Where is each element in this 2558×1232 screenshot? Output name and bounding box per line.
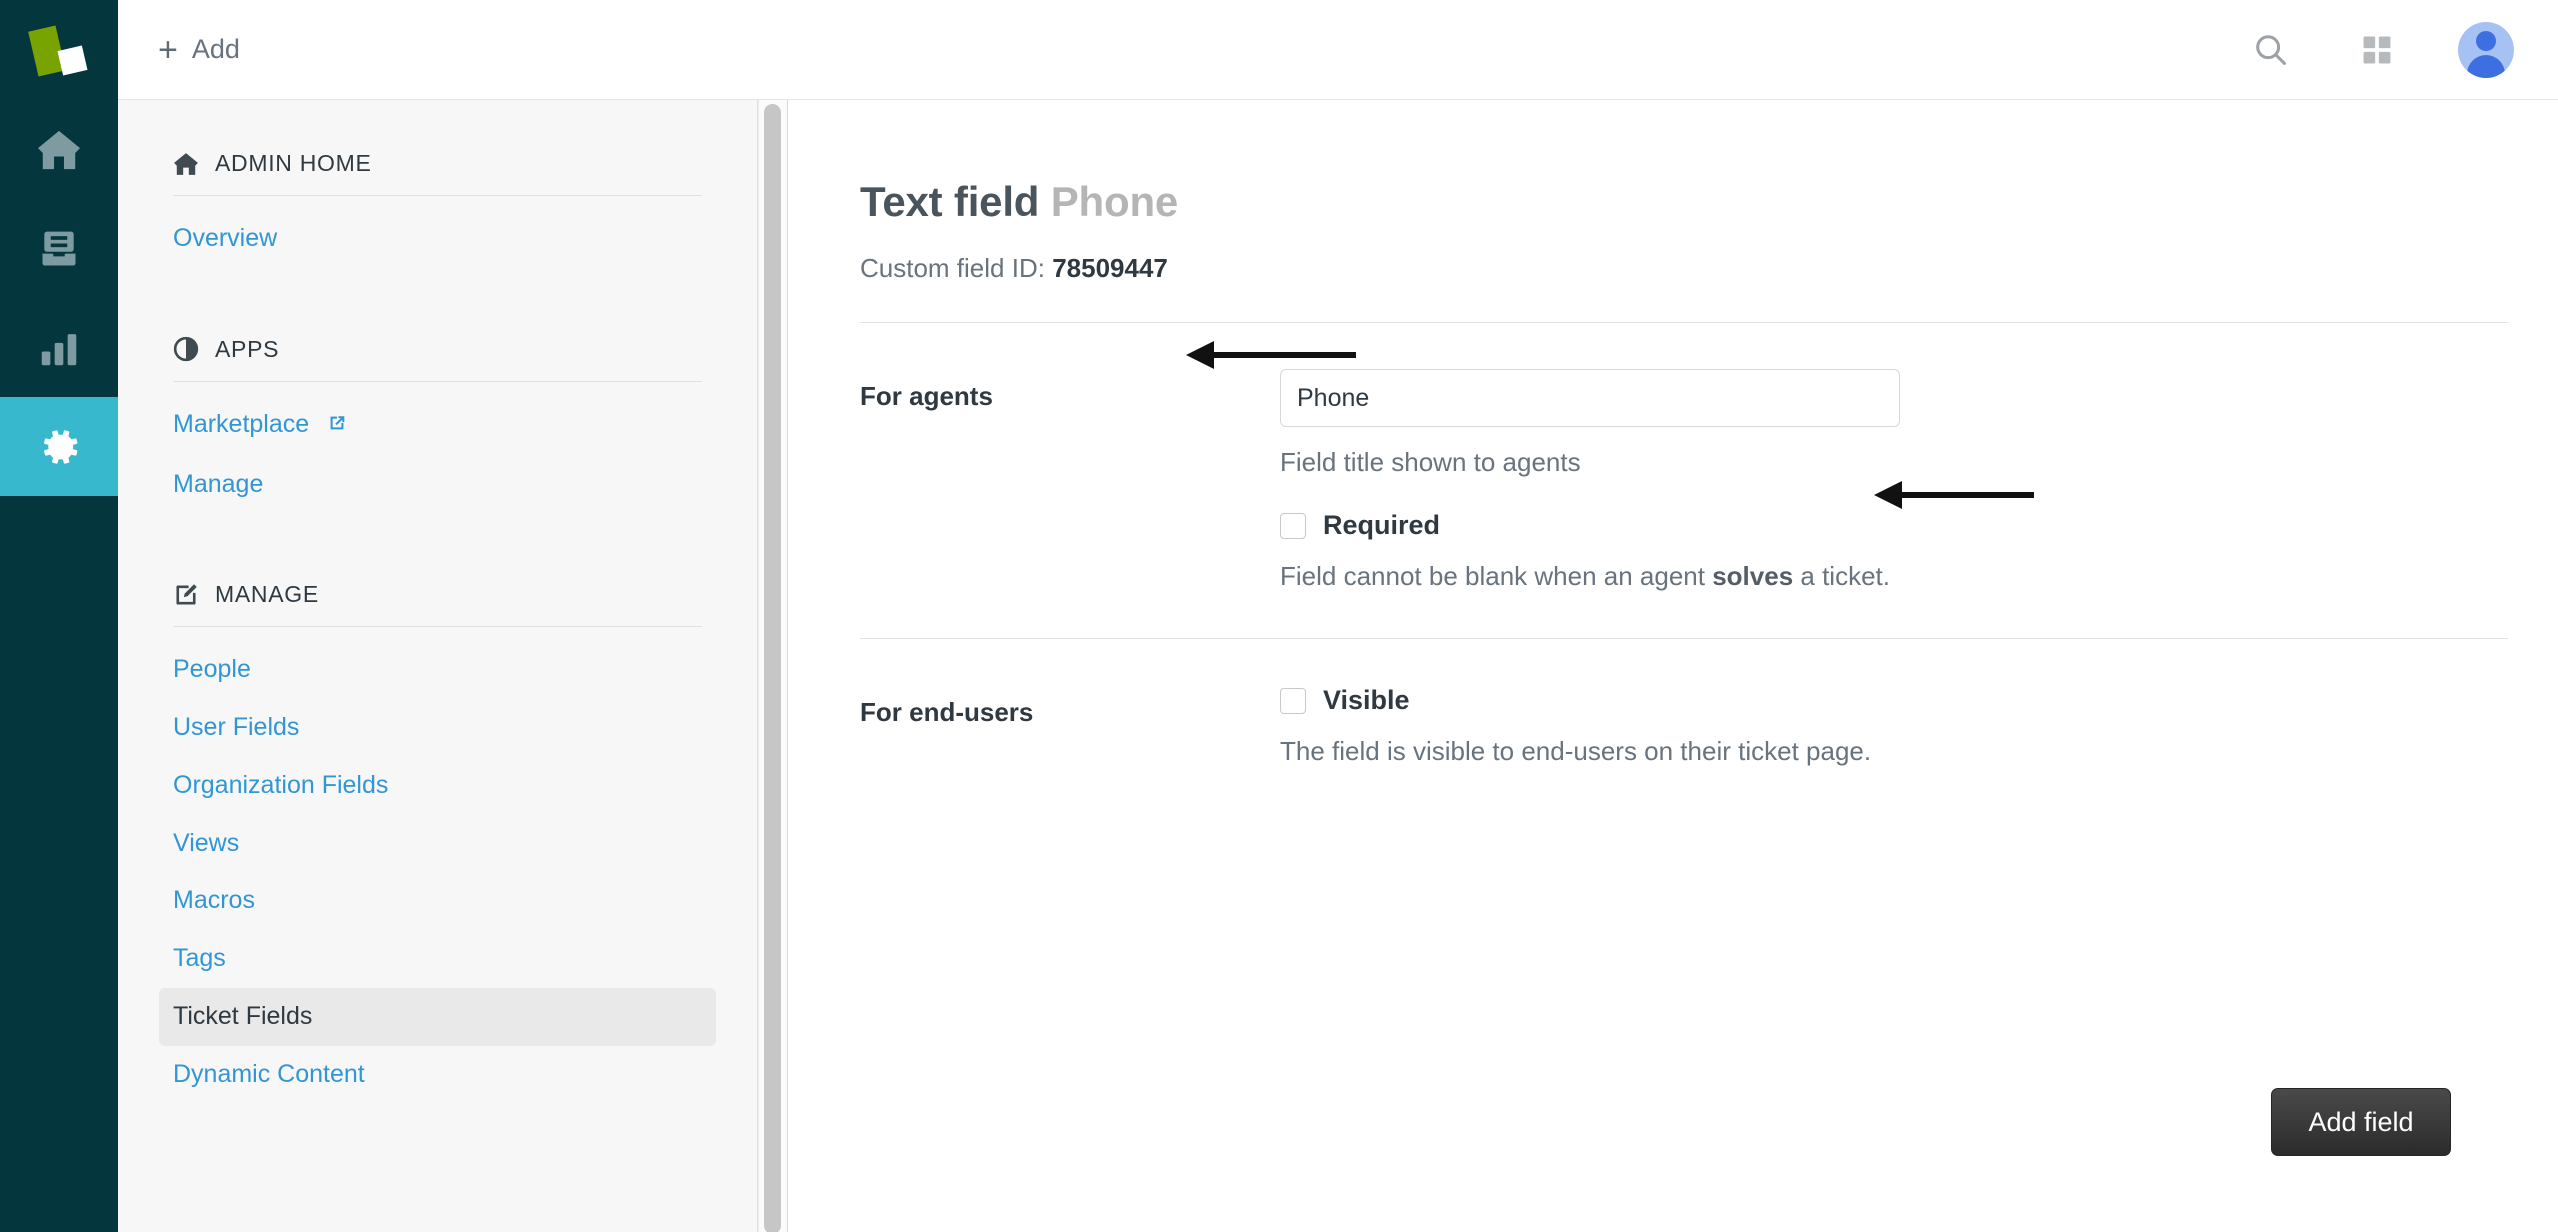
nav-scrollbar-track[interactable] [758, 100, 788, 1232]
page-title-name: Phone [1051, 178, 1178, 225]
search-icon [2252, 31, 2290, 69]
home-icon [36, 129, 82, 171]
product-rail [0, 0, 118, 1232]
nav-links-admin-home: Overview [173, 196, 702, 278]
nav-section-title: MANAGE [215, 581, 319, 608]
body-area: ADMIN HOME Overview APPS [118, 100, 2558, 1232]
logo-white-shape [58, 46, 88, 76]
content-pane: Text field Phone Custom field ID: 785094… [788, 100, 2558, 1232]
nav-links-apps: Marketplace Manage [173, 382, 702, 524]
nav-section-title: APPS [215, 336, 279, 363]
required-helper-before: Field cannot be blank when an agent [1280, 561, 1712, 591]
custom-field-id: Custom field ID: 78509447 [860, 253, 2498, 284]
required-checkbox-row[interactable]: Required [1280, 510, 2498, 541]
agent-field-title-input[interactable] [1280, 369, 1900, 427]
for-end-users-label: For end-users [860, 685, 1280, 767]
nav-link-macros[interactable]: Macros [159, 872, 716, 930]
rail-item-views[interactable] [0, 199, 118, 298]
avatar-head [2476, 31, 2496, 51]
nav-link-manage[interactable]: Manage [159, 456, 716, 514]
avatar[interactable] [2458, 22, 2514, 78]
nav-link-dynamic-content[interactable]: Dynamic Content [159, 1046, 716, 1104]
nav-section-title: ADMIN HOME [215, 150, 372, 177]
form-row-for-agents: For agents Field title shown to agents R… [860, 323, 2498, 592]
nav-section-apps: APPS [173, 278, 702, 381]
nav-link-tags[interactable]: Tags [159, 930, 716, 988]
apps-icon [173, 336, 199, 362]
rail-item-reporting[interactable] [0, 298, 118, 397]
plus-icon: + [158, 33, 178, 67]
visible-checkbox[interactable] [1280, 688, 1306, 714]
visible-checkbox-label[interactable]: Visible [1323, 685, 1410, 716]
add-button[interactable]: + Add [148, 25, 250, 75]
nav-link-user-fields[interactable]: User Fields [159, 699, 716, 757]
app-window: + Add [0, 0, 2558, 1232]
for-end-users-controls: Visible The field is visible to end-user… [1280, 685, 2498, 767]
gear-icon [36, 424, 82, 470]
required-helper-after: a ticket. [1793, 561, 1890, 591]
add-field-button[interactable]: Add field [2271, 1088, 2451, 1156]
home-icon [173, 152, 199, 176]
for-agents-label: For agents [860, 369, 1280, 592]
custom-field-id-value: 78509447 [1052, 253, 1168, 283]
nav-link-organization-fields[interactable]: Organization Fields [159, 757, 716, 815]
visible-helper: The field is visible to end-users on the… [1280, 736, 2498, 767]
nav-link-label: Marketplace [173, 410, 309, 438]
reporting-icon [38, 329, 80, 367]
nav-link-marketplace[interactable]: Marketplace [159, 396, 716, 456]
products-grid-icon [2360, 33, 2394, 67]
nav-scrollbar-thumb[interactable] [764, 104, 781, 1232]
top-bar: + Add [118, 0, 2558, 100]
required-checkbox[interactable] [1280, 513, 1306, 539]
search-button[interactable] [2240, 19, 2302, 81]
form-row-for-end-users: For end-users Visible The field is visib… [860, 639, 2498, 767]
rail-item-home[interactable] [0, 100, 118, 199]
agent-field-title-helper: Field title shown to agents [1280, 447, 2498, 478]
nav-links-manage: People User Fields Organization Fields V… [173, 627, 702, 1113]
required-checkbox-label[interactable]: Required [1323, 510, 1440, 541]
external-link-icon [326, 410, 348, 444]
views-icon [37, 227, 81, 271]
add-button-label: Add [192, 34, 240, 65]
main-column: + Add [118, 0, 2558, 1232]
nav-link-people[interactable]: People [159, 641, 716, 699]
required-helper: Field cannot be blank when an agent solv… [1280, 561, 2498, 592]
nav-link-ticket-fields[interactable]: Ticket Fields [159, 988, 716, 1046]
avatar-body [2467, 55, 2505, 78]
rail-item-admin[interactable] [0, 397, 118, 496]
products-grid-button[interactable] [2346, 19, 2408, 81]
for-agents-controls: Field title shown to agents Required Fie… [1280, 369, 2498, 592]
nav-section-admin-home: ADMIN HOME [173, 100, 702, 195]
page-title: Text field Phone [860, 178, 2498, 226]
zendesk-logo[interactable] [0, 0, 118, 100]
settings-nav: ADMIN HOME Overview APPS [118, 100, 758, 1232]
nav-link-overview[interactable]: Overview [159, 210, 716, 268]
visible-checkbox-row[interactable]: Visible [1280, 685, 2498, 716]
custom-field-id-label: Custom field ID: [860, 253, 1045, 283]
manage-pencil-icon [173, 582, 199, 608]
page-title-type: Text field [860, 178, 1039, 225]
nav-link-views[interactable]: Views [159, 815, 716, 873]
nav-section-manage: MANAGE [173, 523, 702, 626]
required-helper-bold: solves [1712, 561, 1793, 591]
